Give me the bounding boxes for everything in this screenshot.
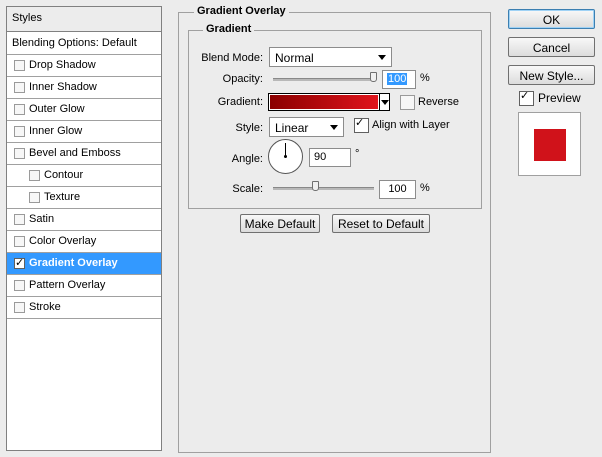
gradient-subgroup-title: Gradient bbox=[203, 23, 255, 35]
scale-slider-track[interactable] bbox=[273, 187, 374, 190]
style-label: Style: bbox=[235, 122, 263, 134]
style-item-bevel-and-emboss[interactable]: Bevel and Emboss bbox=[7, 143, 161, 165]
style-item-label: Stroke bbox=[29, 301, 61, 313]
style-item-checkbox[interactable] bbox=[14, 302, 25, 313]
chevron-down-icon bbox=[381, 100, 389, 105]
styles-header: Styles bbox=[7, 7, 161, 32]
align-with-layer-checkbox[interactable] bbox=[354, 116, 369, 133]
style-dropdown[interactable]: Linear bbox=[269, 117, 344, 137]
new-style-button[interactable]: New Style... bbox=[508, 65, 595, 85]
style-item-label: Outer Glow bbox=[29, 103, 85, 115]
opacity-slider-thumb[interactable] bbox=[370, 72, 377, 82]
blend-mode-label: Blend Mode: bbox=[201, 52, 263, 64]
style-item-checkbox[interactable] bbox=[14, 148, 25, 159]
angle-label: Angle: bbox=[231, 153, 263, 165]
blend-mode-value: Normal bbox=[275, 51, 314, 65]
style-item-label: Color Overlay bbox=[29, 235, 97, 247]
style-item-checkbox[interactable] bbox=[14, 82, 25, 93]
style-item-label: Inner Glow bbox=[29, 125, 83, 137]
angle-input[interactable]: 90 bbox=[309, 148, 351, 167]
reverse-checkbox[interactable] bbox=[400, 95, 415, 110]
style-item-satin[interactable]: Satin bbox=[7, 209, 161, 231]
style-item-pattern-overlay[interactable]: Pattern Overlay bbox=[7, 275, 161, 297]
opacity-value: 100 bbox=[387, 73, 408, 85]
gradient-picker[interactable] bbox=[268, 93, 390, 111]
scale-input[interactable]: 100 bbox=[379, 180, 416, 199]
reverse-label: Reverse bbox=[418, 96, 459, 108]
scale-label: Scale: bbox=[232, 183, 263, 195]
opacity-unit: % bbox=[420, 72, 430, 84]
opacity-label: Opacity: bbox=[222, 73, 263, 85]
scale-unit: % bbox=[420, 182, 430, 194]
style-item-contour[interactable]: Contour bbox=[7, 165, 161, 187]
scale-slider-thumb[interactable] bbox=[312, 181, 320, 191]
chevron-down-icon bbox=[330, 125, 338, 130]
style-item-label: Bevel and Emboss bbox=[29, 147, 121, 159]
styles-panel: Styles Blending Options: Default Drop Sha… bbox=[6, 6, 162, 451]
style-item-checkbox[interactable] bbox=[14, 236, 25, 247]
style-item-label: Blending Options: Default bbox=[12, 37, 137, 49]
style-preview-box bbox=[518, 112, 581, 176]
ok-button[interactable]: OK bbox=[508, 9, 595, 29]
style-item-label: Inner Shadow bbox=[29, 81, 97, 93]
preview-label: Preview bbox=[538, 91, 581, 105]
style-item-gradient-overlay[interactable]: Gradient Overlay bbox=[7, 253, 161, 275]
opacity-slider-track[interactable] bbox=[273, 78, 374, 81]
style-item-label: Satin bbox=[29, 213, 55, 225]
style-item-blending-options-default[interactable]: Blending Options: Default bbox=[7, 33, 161, 55]
style-item-checkbox[interactable] bbox=[14, 280, 25, 291]
style-preview-swatch bbox=[534, 129, 566, 161]
style-item-checkbox[interactable] bbox=[14, 214, 25, 225]
style-item-label: Contour bbox=[44, 169, 84, 181]
style-value: Linear bbox=[275, 121, 309, 135]
style-item-label: Drop Shadow bbox=[29, 59, 96, 71]
gradient-preview-bar[interactable] bbox=[270, 95, 378, 109]
style-item-checkbox[interactable] bbox=[29, 192, 40, 203]
style-item-stroke[interactable]: Stroke bbox=[7, 297, 161, 319]
blend-mode-dropdown[interactable]: Normal bbox=[269, 47, 392, 67]
style-item-outer-glow[interactable]: Outer Glow bbox=[7, 99, 161, 121]
preview-checkbox[interactable] bbox=[519, 89, 534, 106]
style-item-checkbox[interactable] bbox=[29, 170, 40, 181]
style-item-inner-glow[interactable]: Inner Glow bbox=[7, 121, 161, 143]
style-item-checkbox[interactable] bbox=[14, 104, 25, 115]
style-item-color-overlay[interactable]: Color Overlay bbox=[7, 231, 161, 253]
align-with-layer-label: Align with Layer bbox=[372, 119, 450, 131]
style-item-texture[interactable]: Texture bbox=[7, 187, 161, 209]
angle-unit: ° bbox=[355, 148, 360, 160]
gradient-label: Gradient: bbox=[217, 96, 263, 108]
chevron-down-icon bbox=[378, 55, 386, 60]
make-default-button[interactable]: Make Default bbox=[240, 214, 320, 233]
style-item-drop-shadow[interactable]: Drop Shadow bbox=[7, 55, 161, 77]
style-item-checkbox[interactable] bbox=[14, 256, 25, 269]
gradient-dropdown-button[interactable] bbox=[379, 94, 389, 110]
style-item-checkbox[interactable] bbox=[14, 126, 25, 137]
angle-center-dot bbox=[284, 155, 287, 158]
style-item-label: Pattern Overlay bbox=[29, 279, 106, 291]
style-item-inner-shadow[interactable]: Inner Shadow bbox=[7, 77, 161, 99]
style-item-checkbox[interactable] bbox=[14, 60, 25, 71]
gradient-overlay-title: Gradient Overlay bbox=[194, 5, 289, 17]
style-item-label: Texture bbox=[44, 191, 81, 203]
style-item-label: Gradient Overlay bbox=[29, 257, 118, 269]
cancel-button[interactable]: Cancel bbox=[508, 37, 595, 57]
opacity-input[interactable]: 100 bbox=[382, 70, 416, 89]
angle-dial[interactable] bbox=[268, 139, 303, 174]
reset-to-default-button[interactable]: Reset to Default bbox=[332, 214, 430, 233]
